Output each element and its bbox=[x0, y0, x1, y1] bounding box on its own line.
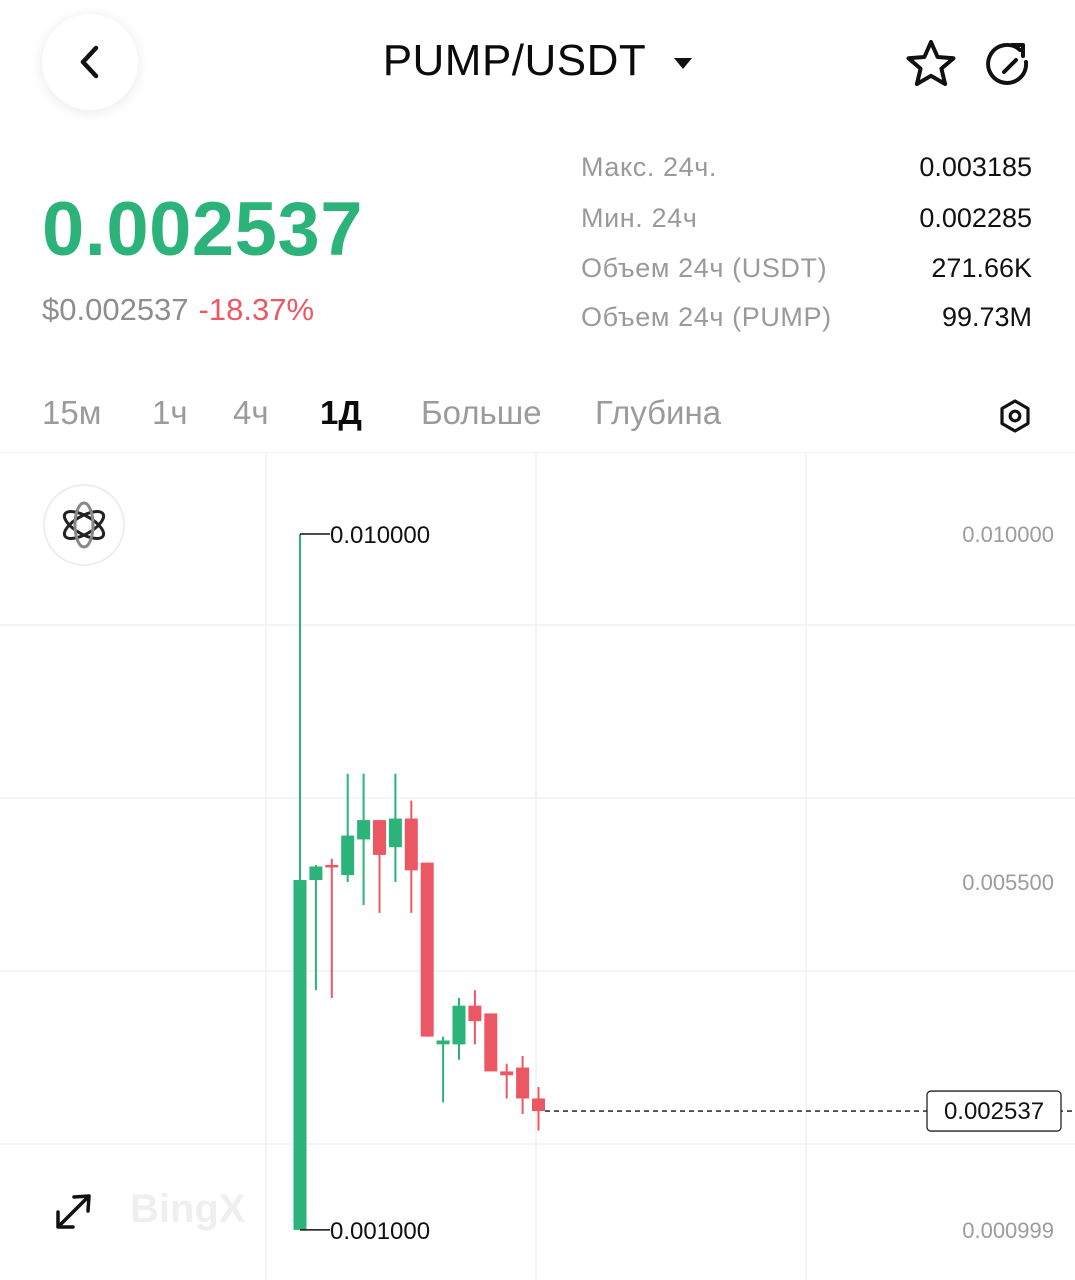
high-marker-label: 0.010000 bbox=[330, 522, 430, 549]
candle-body bbox=[468, 1005, 482, 1022]
candle-body bbox=[484, 1013, 498, 1072]
price-change: -18.37% bbox=[198, 292, 315, 327]
pair-title: PUMP/USDT bbox=[382, 36, 647, 85]
stat-label-vol-usdt: Объем 24ч (USDT) bbox=[581, 253, 828, 283]
stat-label-vol-pump: Объем 24ч (PUMP) bbox=[581, 302, 832, 332]
candle-body bbox=[420, 862, 434, 1037]
candle-body bbox=[500, 1071, 514, 1076]
candle-body bbox=[404, 818, 418, 871]
star-icon[interactable] bbox=[904, 38, 958, 90]
expand-arrows-icon[interactable] bbox=[56, 1194, 91, 1229]
candle-body bbox=[373, 820, 386, 855]
tab-15m[interactable]: 15м bbox=[42, 394, 101, 432]
chart-grid bbox=[0, 452, 1075, 1280]
stat-label-high: Макс. 24ч. bbox=[581, 152, 718, 182]
last-price-tag-label: 0.002537 bbox=[944, 1098, 1044, 1125]
tab-1h[interactable]: 1ч bbox=[152, 394, 188, 432]
stat-value-vol-pump: 99.73M bbox=[941, 302, 1032, 332]
hexagon-settings-icon[interactable] bbox=[998, 398, 1032, 434]
stat-label-low: Мин. 24ч bbox=[581, 203, 698, 233]
stat-value-high: 0.003185 bbox=[919, 152, 1032, 182]
low-marker-label: 0.001000 bbox=[330, 1218, 430, 1245]
indicator-button[interactable] bbox=[43, 484, 125, 566]
y-axis-label: 0.010000 bbox=[962, 522, 1054, 547]
candle-body bbox=[309, 866, 323, 881]
candle-body bbox=[325, 864, 339, 868]
refresh-share-icon[interactable] bbox=[982, 38, 1034, 90]
candle-body bbox=[516, 1067, 530, 1099]
candle-body bbox=[293, 880, 307, 1230]
tab-4h[interactable]: 4ч bbox=[233, 394, 269, 432]
usd-price: $0.002537 bbox=[42, 292, 189, 327]
candle-body bbox=[388, 818, 402, 848]
stat-value-vol-usdt: 271.66K bbox=[931, 253, 1032, 283]
y-axis-label: 0.000999 bbox=[962, 1218, 1054, 1243]
watermark-logo: BingX bbox=[130, 1187, 246, 1231]
tab-more[interactable]: Больше bbox=[421, 394, 542, 432]
tab-depth[interactable]: Глубина bbox=[595, 394, 721, 432]
caret-down-icon bbox=[674, 57, 693, 69]
candle-body bbox=[341, 835, 355, 876]
usd-price-line: $0.002537 -18.37% bbox=[42, 292, 314, 328]
candle-body bbox=[357, 820, 371, 840]
candle-body bbox=[436, 1040, 450, 1045]
candle-body bbox=[452, 1005, 466, 1045]
candles bbox=[293, 534, 545, 1230]
last-price: 0.002537 bbox=[42, 187, 363, 272]
tab-1d[interactable]: 1Д bbox=[320, 394, 362, 432]
candle-body bbox=[532, 1098, 545, 1112]
stat-value-low: 0.002285 bbox=[919, 203, 1032, 233]
y-axis-label: 0.005500 bbox=[962, 870, 1054, 895]
candlestick-chart[interactable]: BingX 0.010000 0.001000 0.010000 0.00550… bbox=[0, 452, 1075, 1280]
